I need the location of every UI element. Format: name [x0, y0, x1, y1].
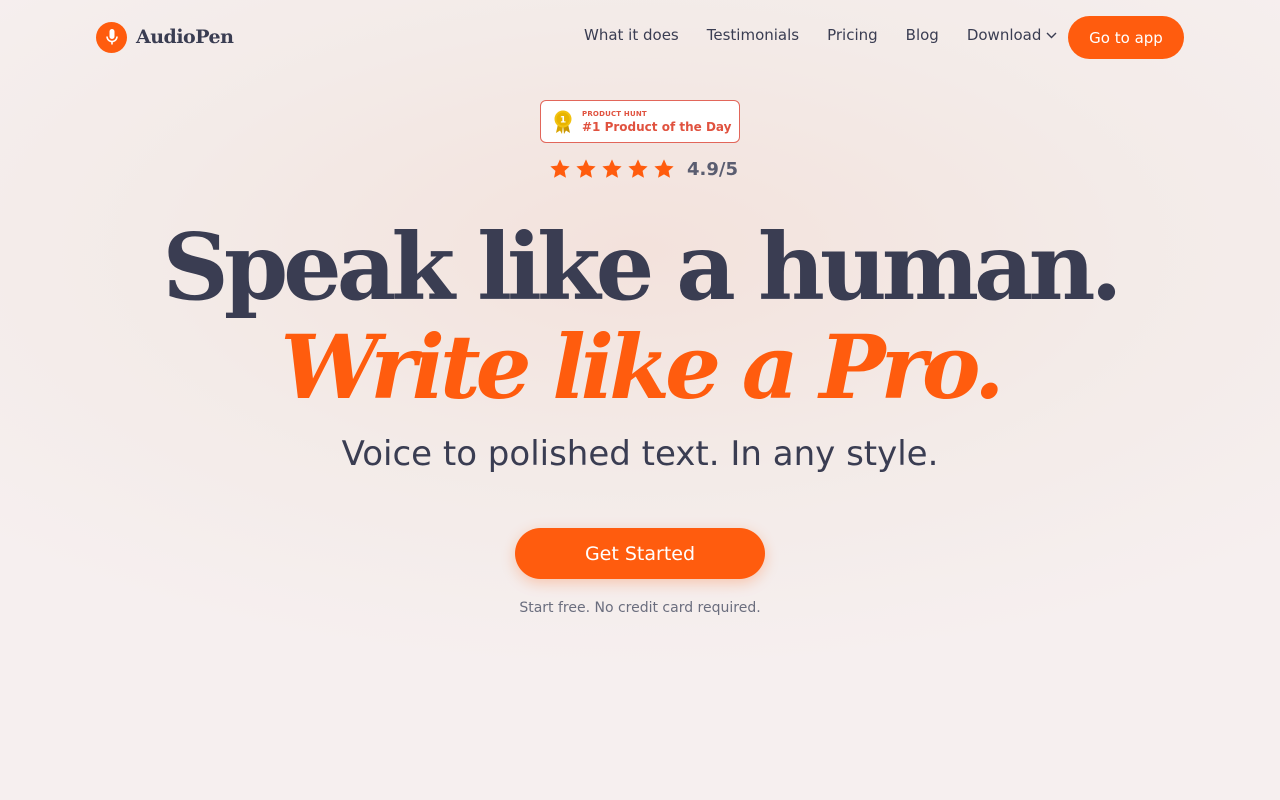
nav-download-dropdown[interactable]: Download	[967, 26, 1058, 44]
product-hunt-badge[interactable]: 1 PRODUCT HUNT #1 Product of the Day	[540, 100, 740, 143]
badge-label-big: #1 Product of the Day	[582, 119, 732, 134]
star-icon	[550, 159, 570, 178]
medal-icon: 1	[554, 110, 572, 134]
hero-headline-accent: Write like a Pro.	[280, 315, 1004, 419]
logo[interactable]: AudioPen	[96, 21, 234, 53]
medal-number: 1	[560, 115, 566, 125]
nav-link-testimonials[interactable]: Testimonials	[707, 26, 799, 44]
download-label: Download	[966, 26, 1042, 44]
rating-value: 4.9/5	[687, 158, 738, 180]
star-icon	[602, 159, 622, 178]
go-to-app-button[interactable]: Go to app	[1068, 16, 1184, 59]
star-icon	[576, 159, 596, 178]
top-nav: AudioPen What it does Testimonials Prici…	[0, 0, 1280, 74]
nav-link-pricing[interactable]: Pricing	[827, 26, 878, 44]
microphone-icon	[96, 21, 127, 53]
nav-link-what-it-does[interactable]: What it does	[584, 26, 679, 44]
nav-link-blog[interactable]: Blog	[906, 26, 939, 44]
nav-links: What it does Testimonials Pricing Blog D…	[584, 26, 1057, 44]
brand-name: AudioPen	[136, 26, 234, 48]
star-icon	[654, 159, 674, 178]
signup-note: Start free. No credit card required.	[519, 600, 761, 616]
hero-tagline: Voice to polished text. In any style.	[341, 434, 939, 474]
rating: 4.9/5	[549, 156, 738, 182]
star-icon	[628, 159, 648, 178]
get-started-button[interactable]: Get Started	[515, 528, 765, 579]
badge-label-small: PRODUCT HUNT	[582, 109, 647, 118]
chevron-down-icon	[1046, 32, 1057, 38]
hero-headline: Speak like a human.	[162, 213, 1122, 321]
